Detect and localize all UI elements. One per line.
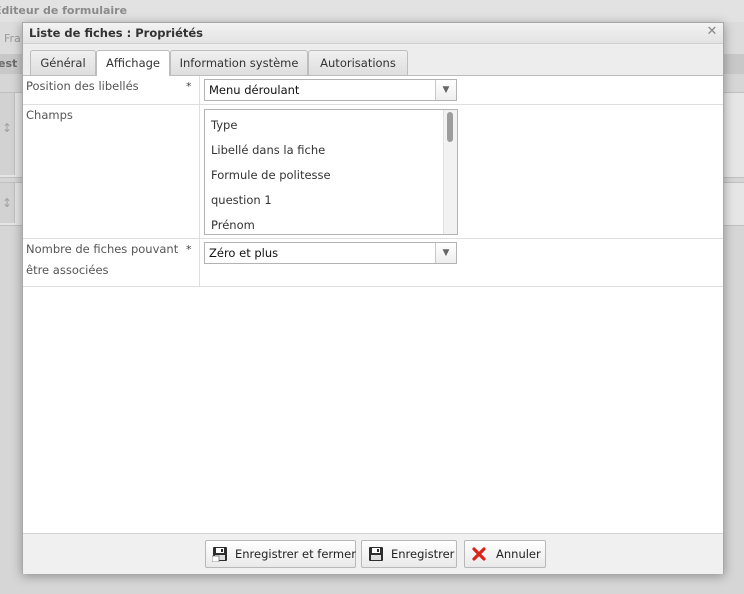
floppy-icon [369, 547, 383, 561]
required-marker: * [186, 243, 192, 256]
background-app-title: Éditeur de formulaire [0, 0, 744, 22]
properties-dialog: Liste de fiches : Propriétés ✕ Général A… [22, 22, 724, 574]
required-marker: * [186, 80, 192, 93]
count-label-line1: Nombre de fiches pouvant [26, 242, 179, 256]
save-button[interactable]: Enregistrer [361, 540, 457, 568]
label-position-label: Position des libellés [26, 79, 139, 93]
floppy-close-icon [212, 547, 227, 562]
list-item[interactable]: Type [211, 118, 237, 132]
dialog-header: Liste de fiches : Propriétés ✕ [23, 23, 723, 44]
drag-handle-icon[interactable]: ↕ [0, 183, 15, 223]
count-label-line2: être associées [26, 263, 109, 277]
dialog-footer: Enregistrer et fermer Enregistrer Annule… [23, 533, 723, 574]
form-row-count: Nombre de fiches pouvant être associées … [23, 239, 723, 287]
save-and-close-label: Enregistrer et fermer [235, 547, 356, 561]
tab-affichage[interactable]: Affichage [96, 50, 170, 76]
champs-label: Champs [26, 108, 73, 122]
close-icon[interactable]: ✕ [705, 25, 719, 39]
scrollbar-thumb[interactable] [447, 112, 453, 142]
label-position-value: Menu déroulant [209, 83, 300, 97]
tab-general[interactable]: Général [30, 50, 96, 75]
field-label: Nombre de fiches pouvant être associées … [23, 239, 200, 286]
listbox-scrollbar[interactable] [443, 110, 457, 234]
list-item[interactable]: Libellé dans la fiche [211, 143, 325, 157]
champs-listbox[interactable]: Type Libellé dans la fiche Formule de po… [204, 109, 458, 235]
chevron-down-icon[interactable]: ▼ [435, 80, 456, 100]
cancel-label: Annuler [496, 547, 541, 561]
save-label: Enregistrer [391, 547, 455, 561]
tab-bar: Général Affichage Information système Au… [23, 44, 723, 76]
save-and-close-button[interactable]: Enregistrer et fermer [205, 540, 356, 568]
background-toolbar-fragment: Fra [4, 32, 21, 45]
count-select[interactable]: Zéro et plus ▼ [204, 242, 457, 264]
list-item[interactable]: question 1 [211, 193, 272, 207]
chevron-down-icon[interactable]: ▼ [435, 243, 456, 263]
dialog-title: Liste de fiches : Propriétés [29, 26, 204, 40]
tab-information-systeme[interactable]: Information système [170, 50, 308, 75]
cancel-button[interactable]: Annuler [464, 540, 546, 568]
list-item[interactable]: Prénom [211, 218, 255, 232]
list-item[interactable]: Formule de politesse [211, 168, 331, 182]
background-app-title-text: Éditeur de formulaire [0, 4, 128, 17]
form-row-label-position: Position des libellés * Menu déroulant ▼ [23, 76, 723, 105]
label-position-select[interactable]: Menu déroulant ▼ [204, 79, 457, 101]
x-icon [472, 547, 486, 561]
field-label: Position des libellés * [23, 76, 200, 104]
tab-autorisations[interactable]: Autorisations [308, 50, 408, 75]
background-row-fragment: est [0, 57, 18, 70]
drag-handle-icon[interactable]: ↕ [0, 93, 15, 175]
count-value: Zéro et plus [209, 246, 279, 260]
field-label: Champs [23, 105, 200, 238]
form-area: Position des libellés * Menu déroulant ▼… [23, 76, 723, 533]
form-row-champs: Champs Type Libellé dans la fiche Formul… [23, 105, 723, 239]
